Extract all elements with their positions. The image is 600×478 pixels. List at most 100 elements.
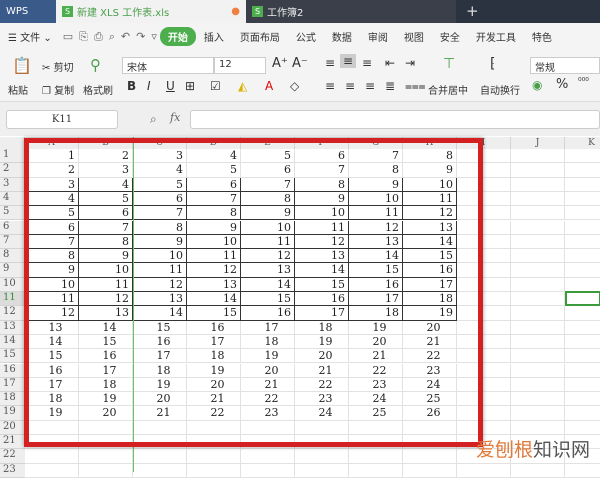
cell-G6[interactable]: 12 <box>349 220 403 235</box>
cell-K9[interactable] <box>565 263 600 278</box>
cell-D15[interactable]: 18 <box>187 349 241 364</box>
increase-indent-icon[interactable]: ⇥ <box>405 56 415 70</box>
cell-H14[interactable]: 21 <box>403 334 457 350</box>
cell-C3[interactable]: 5 <box>133 177 187 192</box>
cell-H15[interactable]: 22 <box>403 349 457 364</box>
undo-icon[interactable]: ↶ <box>118 30 133 43</box>
cell-D22[interactable] <box>187 449 241 464</box>
cell-A10[interactable]: 10 <box>25 277 79 292</box>
cell-H23[interactable] <box>403 463 457 478</box>
increase-font-icon[interactable]: A⁺ <box>272 56 288 71</box>
cell-A11[interactable]: 11 <box>25 292 79 307</box>
cell-D23[interactable] <box>187 463 241 478</box>
cell-H17[interactable]: 24 <box>403 377 457 393</box>
row-header-13[interactable]: 13 <box>0 320 25 335</box>
align-left-icon[interactable]: ≡ <box>325 79 335 93</box>
cell-H20[interactable] <box>403 420 457 435</box>
thousands-icon[interactable]: ⁰⁰⁰ <box>578 77 589 87</box>
cell-K23[interactable] <box>565 464 600 478</box>
cell-J10[interactable] <box>511 277 565 292</box>
cell-A4[interactable]: 4 <box>25 191 79 207</box>
column-header-I[interactable]: I <box>457 137 511 149</box>
cell-H3[interactable]: 10 <box>403 177 457 192</box>
cell-D5[interactable]: 8 <box>187 206 241 221</box>
row-header-8[interactable]: 8 <box>0 249 25 264</box>
row-header-1[interactable]: 1 <box>0 149 25 164</box>
cell-A19[interactable]: 19 <box>25 406 79 421</box>
cell-F21[interactable] <box>295 435 349 450</box>
cell-B1[interactable]: 2 <box>79 149 133 164</box>
cell-D18[interactable]: 21 <box>187 392 241 407</box>
cell-E22[interactable] <box>241 449 295 464</box>
cell-E23[interactable] <box>241 463 295 478</box>
cell-K15[interactable] <box>565 349 600 364</box>
cell-F20[interactable] <box>295 420 349 435</box>
cell-A8[interactable]: 8 <box>25 249 79 264</box>
cell-H2[interactable]: 9 <box>403 163 457 178</box>
menu-view[interactable]: 视图 <box>396 29 432 44</box>
font-color-icon[interactable]: A <box>265 79 273 93</box>
cell-I19[interactable] <box>457 406 511 421</box>
cell-D7[interactable]: 10 <box>187 234 241 250</box>
cell-K17[interactable] <box>565 378 600 393</box>
tab-wps[interactable]: WPS <box>0 0 56 23</box>
cell-I17[interactable] <box>457 377 511 393</box>
cell-I1[interactable] <box>457 149 511 164</box>
font-select[interactable]: 宋体 <box>122 57 214 74</box>
percent-button[interactable]: % <box>556 77 568 92</box>
cell-A6[interactable]: 6 <box>25 220 79 235</box>
cell-K19[interactable] <box>565 406 600 421</box>
cell-I11[interactable] <box>457 292 511 307</box>
cell-H4[interactable]: 11 <box>403 191 457 207</box>
cell-B16[interactable]: 17 <box>79 363 133 378</box>
column-header-K[interactable]: K <box>565 137 600 149</box>
cell-J15[interactable] <box>511 349 565 364</box>
cell-G3[interactable]: 9 <box>349 177 403 192</box>
wrap-icon[interactable]: ⁅ <box>490 56 495 72</box>
cell-D21[interactable] <box>187 435 241 450</box>
cell-D13[interactable]: 16 <box>187 320 241 335</box>
cell-I10[interactable] <box>457 277 511 292</box>
clear-icon[interactable]: ◇ <box>290 79 299 93</box>
cell-D17[interactable]: 20 <box>187 377 241 393</box>
cell-B9[interactable]: 10 <box>79 263 133 278</box>
cell-E5[interactable]: 9 <box>241 206 295 221</box>
decrease-font-icon[interactable]: A⁻ <box>292 56 308 71</box>
cell-K14[interactable] <box>565 335 600 350</box>
cell-G22[interactable] <box>349 449 403 464</box>
cell-I8[interactable] <box>457 249 511 264</box>
menu-home[interactable]: 开始 <box>159 27 196 46</box>
cell-E19[interactable]: 23 <box>241 406 295 421</box>
cell-I18[interactable] <box>457 392 511 407</box>
align-middle-icon[interactable]: ≡ <box>340 54 357 68</box>
cell-C2[interactable]: 4 <box>133 163 187 178</box>
cell-A20[interactable] <box>25 420 79 435</box>
fx-button[interactable]: fx <box>170 111 180 124</box>
cell-E13[interactable]: 17 <box>241 320 295 335</box>
cell-H13[interactable]: 20 <box>403 320 457 335</box>
cell-D9[interactable]: 12 <box>187 263 241 278</box>
row-header-11[interactable]: 11 <box>0 292 25 307</box>
cell-E6[interactable]: 10 <box>241 220 295 235</box>
cell-A16[interactable]: 16 <box>25 363 79 378</box>
cell-A21[interactable] <box>25 435 79 450</box>
cell-J1[interactable] <box>511 149 565 164</box>
row-header-14[interactable]: 14 <box>0 334 25 350</box>
cell-E9[interactable]: 13 <box>241 263 295 278</box>
cell-E20[interactable] <box>241 420 295 435</box>
cell-E15[interactable]: 19 <box>241 349 295 364</box>
cell-D3[interactable]: 6 <box>187 177 241 192</box>
cell-F17[interactable]: 22 <box>295 377 349 393</box>
dropdown-icon[interactable]: ▿ <box>148 30 160 43</box>
row-header-4[interactable]: 4 <box>0 191 25 207</box>
cell-K6[interactable] <box>565 221 600 235</box>
cell-J12[interactable] <box>511 306 565 321</box>
cell-B12[interactable]: 13 <box>79 306 133 321</box>
number-format-select[interactable]: 常规 <box>530 57 600 74</box>
cell-K8[interactable] <box>565 249 600 264</box>
cell-A18[interactable]: 18 <box>25 392 79 407</box>
row-header-15[interactable]: 15 <box>0 349 25 364</box>
column-header-C[interactable]: C <box>133 137 187 149</box>
cell-F15[interactable]: 20 <box>295 349 349 364</box>
cell-F22[interactable] <box>295 449 349 464</box>
